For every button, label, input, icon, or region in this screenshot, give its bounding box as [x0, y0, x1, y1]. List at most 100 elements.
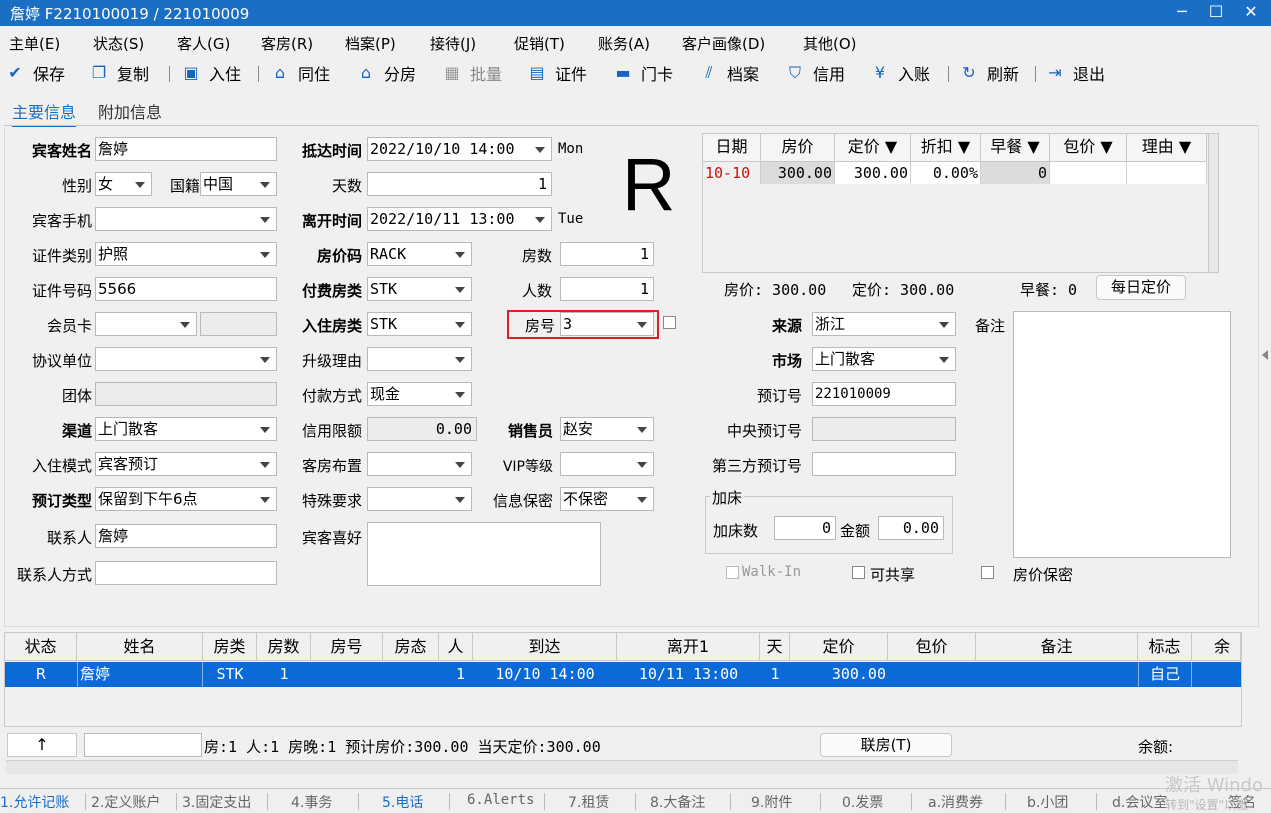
- row-name-cell[interactable]: 詹婷: [77, 662, 203, 687]
- days-field[interactable]: 1: [367, 172, 552, 196]
- menu-accounts[interactable]: 账务(A): [598, 33, 650, 54]
- row-arrival-cell[interactable]: 10/10 14:00: [473, 662, 617, 687]
- exit-button[interactable]: ⇥ 退出: [1046, 61, 1105, 85]
- rate-grid-header[interactable]: 早餐 ▼: [981, 134, 1050, 162]
- room-no-select[interactable]: 3: [560, 312, 654, 336]
- pay-type-select[interactable]: STK: [367, 277, 472, 301]
- market-select[interactable]: 上门散客: [812, 347, 956, 371]
- row-status-cell[interactable]: R: [5, 662, 77, 687]
- menu-archive[interactable]: 档案(P): [345, 33, 396, 54]
- tab-small-group[interactable]: b.小团: [1027, 792, 1068, 812]
- row-remark-cell[interactable]: [976, 662, 1138, 687]
- tab-affairs[interactable]: 4.事务: [291, 792, 332, 812]
- row-package-cell[interactable]: [888, 662, 976, 687]
- walkin-checkbox[interactable]: [726, 566, 739, 579]
- menu-customer-profile[interactable]: 客户画像(D): [682, 33, 765, 54]
- stay-type-select[interactable]: STK: [367, 312, 472, 336]
- link-room-button[interactable]: 联房(T): [820, 733, 952, 757]
- tab-voucher[interactable]: a.消费券: [928, 792, 983, 812]
- tab-attachment[interactable]: 9.附件: [751, 792, 792, 812]
- menu-reception[interactable]: 接待(J): [430, 33, 476, 54]
- mobile-select[interactable]: [95, 207, 277, 231]
- tab-invoice[interactable]: 0.发票: [842, 792, 883, 812]
- save-button[interactable]: ✔ 保存: [6, 61, 65, 85]
- close-button[interactable]: ✕: [1234, 0, 1268, 26]
- menu-status[interactable]: 状态(S): [93, 33, 144, 54]
- split-button[interactable]: ⌂ 分房: [357, 61, 416, 85]
- source-select[interactable]: 浙江: [812, 312, 956, 336]
- tab-big-remark[interactable]: 8.大备注: [650, 792, 705, 812]
- tab-meeting-room[interactable]: d.会议室: [1112, 792, 1167, 812]
- booking-type-select[interactable]: 保留到下午6点: [95, 487, 277, 511]
- upgrade-select[interactable]: [367, 347, 472, 371]
- row-roomno-cell[interactable]: [311, 662, 383, 687]
- preference-textarea[interactable]: [367, 522, 601, 586]
- arrival-select[interactable]: 2022/10/10 14:00: [367, 137, 552, 161]
- contact-method-field[interactable]: [95, 561, 277, 585]
- archive-button[interactable]: ⫽ 档案: [700, 61, 759, 85]
- id-no-field[interactable]: 5566: [95, 277, 277, 301]
- tab-define-account[interactable]: 2.定义账户: [91, 792, 160, 812]
- room-grid-header[interactable]: 姓名: [77, 633, 203, 661]
- gender-select[interactable]: 女: [95, 172, 152, 196]
- menu-promotion[interactable]: 促销(T): [514, 33, 565, 54]
- row-departure-cell[interactable]: 10/11 13:00: [617, 662, 760, 687]
- amount-field[interactable]: 0.00: [878, 516, 944, 540]
- maximize-button[interactable]: ☐: [1199, 0, 1233, 26]
- tab-main-info[interactable]: 主要信息: [12, 99, 77, 128]
- tab-fixed-expense[interactable]: 3.固定支出: [182, 792, 251, 812]
- minimize-button[interactable]: ─: [1165, 0, 1199, 26]
- row-persons-cell[interactable]: 1: [439, 662, 473, 687]
- id-type-select[interactable]: 护照: [95, 242, 277, 266]
- rate-reason-cell[interactable]: [1127, 162, 1207, 184]
- menu-room[interactable]: 客房(R): [261, 33, 313, 54]
- row-days-cell[interactable]: 1: [760, 662, 790, 687]
- rate-price-cell[interactable]: 300.00: [761, 162, 835, 184]
- menu-main[interactable]: 主单(E): [9, 33, 60, 54]
- refresh-button[interactable]: ↻ 刷新: [960, 61, 1019, 85]
- menu-other[interactable]: 其他(O): [803, 33, 857, 54]
- horizontal-scrollbar[interactable]: [6, 760, 1238, 774]
- move-up-button[interactable]: ↑: [7, 733, 77, 757]
- persons-field[interactable]: 1: [560, 277, 654, 301]
- post-button[interactable]: ¥ 入账: [871, 61, 930, 85]
- row-flag-cell[interactable]: 自己: [1138, 662, 1192, 687]
- room-grid-header[interactable]: 到达: [473, 633, 617, 661]
- special-select[interactable]: [367, 487, 472, 511]
- room-grid-header[interactable]: 离开1: [617, 633, 760, 661]
- grid-filter-field[interactable]: [84, 733, 202, 757]
- rate-code-select[interactable]: RACK: [367, 242, 472, 266]
- sales-select[interactable]: 赵安: [560, 417, 654, 441]
- room-lock-checkbox[interactable]: [663, 316, 676, 329]
- daily-rate-button[interactable]: 每日定价: [1096, 275, 1186, 300]
- room-grid-header[interactable]: 余额: [1192, 633, 1241, 661]
- rate-grid-header[interactable]: 定价 ▼: [835, 134, 911, 162]
- checkin-mode-select[interactable]: 宾客预订: [95, 452, 277, 476]
- checkin-button[interactable]: ▣ 入住: [182, 61, 241, 85]
- row-rate-cell[interactable]: 300.00: [790, 662, 888, 687]
- room-grid-header[interactable]: 包价: [888, 633, 976, 661]
- collapse-arrow-icon[interactable]: [1262, 350, 1268, 360]
- nationality-select[interactable]: 中国: [200, 172, 277, 196]
- rate-breakfast-cell[interactable]: 0: [981, 162, 1050, 184]
- remark-textarea[interactable]: [1013, 311, 1231, 558]
- room-grid-header[interactable]: 备注: [976, 633, 1138, 661]
- rate-grid-scrollbar[interactable]: [1208, 134, 1218, 272]
- menu-guest[interactable]: 客人(G): [177, 33, 230, 54]
- room-grid-header[interactable]: 人: [439, 633, 473, 661]
- row-roomstate-cell[interactable]: [383, 662, 439, 687]
- copy-button[interactable]: ❐ 复制: [90, 61, 149, 85]
- extra-bed-count-field[interactable]: 0: [774, 516, 836, 540]
- row-type-cell[interactable]: STK: [203, 662, 257, 687]
- shareable-checkbox[interactable]: [852, 566, 865, 579]
- rate-discount-cell[interactable]: 0.00%: [911, 162, 981, 184]
- rooms-field[interactable]: 1: [560, 242, 654, 266]
- room-grid-header[interactable]: 状态: [5, 633, 77, 661]
- row-rooms-cell[interactable]: 1: [257, 662, 311, 687]
- room-grid-header[interactable]: 天: [760, 633, 790, 661]
- credit-button[interactable]: ⛉ 信用: [786, 61, 845, 85]
- room-grid-header[interactable]: 房数: [257, 633, 311, 661]
- row-balance-cell[interactable]: [1192, 662, 1241, 687]
- room-grid-header[interactable]: 房号: [311, 633, 383, 661]
- room-grid-header[interactable]: 定价: [790, 633, 888, 661]
